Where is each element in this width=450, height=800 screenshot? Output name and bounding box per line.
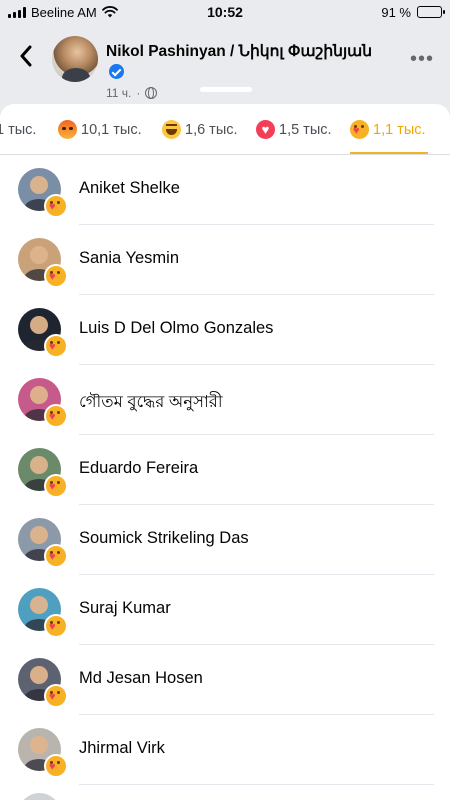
list-item-partial[interactable] [0, 785, 450, 800]
love-emoji-icon [256, 120, 275, 139]
globe-icon [145, 87, 158, 99]
person-name[interactable]: Jhirmal Virk [79, 739, 165, 758]
list-item[interactable]: Md Jesan Hosen [0, 645, 450, 715]
list-item[interactable]: Jhirmal Virk [0, 715, 450, 785]
tab-haha-count: 1,6 тыс. [185, 121, 238, 138]
people-list: Aniket Shelke Sania Yesmin Luis D Del Ol… [0, 155, 450, 800]
person-name[interactable]: Luis D Del Olmo Gonzales [79, 319, 273, 338]
list-item[interactable]: Soumick Strikeling Das [0, 505, 450, 575]
carrier-area: Beeline AM [8, 5, 158, 20]
haha-emoji-icon [162, 120, 181, 139]
sheet-grabber[interactable] [200, 87, 252, 92]
list-item[interactable]: Suraj Kumar [0, 575, 450, 645]
list-item[interactable]: Aniket Shelke [0, 155, 450, 225]
care-emoji-icon [44, 404, 68, 428]
wifi-icon [101, 6, 118, 18]
battery-percent: 91 % [381, 4, 411, 20]
verified-badge-icon [109, 64, 124, 79]
tab-care-count: 1,1 тыс. [373, 121, 426, 138]
tab-angry-count: 10,1 тыс. [81, 121, 142, 138]
author-name-text: Nikol Pashinyan / Նիկոլ Փաշինյան [106, 43, 373, 60]
avatar[interactable] [18, 793, 61, 800]
person-name[interactable]: Suraj Kumar [79, 599, 171, 618]
care-emoji-icon [44, 684, 68, 708]
tab-care[interactable]: 1,1 тыс. [350, 104, 428, 154]
person-name[interactable]: Md Jesan Hosen [79, 669, 203, 688]
tab-haha[interactable]: 1,6 тыс. [162, 104, 238, 154]
author-avatar[interactable] [52, 36, 98, 82]
care-emoji-icon [44, 264, 68, 288]
tab-love[interactable]: 1,5 тыс. [256, 104, 332, 154]
person-name[interactable]: Soumick Strikeling Das [79, 529, 249, 548]
author-name[interactable]: Nikol Pashinyan / Նիկոլ Փաշինյան [106, 41, 386, 83]
tab-like[interactable]: 1 тыс. [0, 104, 37, 154]
list-item[interactable]: Eduardo Fereira [0, 435, 450, 505]
list-item[interactable]: গৌতম বুদ্ধের অনুসারী [0, 365, 450, 435]
post-meta: 11 ч. · [106, 86, 158, 100]
back-chevron-icon[interactable] [14, 42, 38, 70]
battery-area: 91 % [292, 4, 445, 20]
care-emoji-icon [350, 120, 369, 139]
care-emoji-icon [44, 544, 68, 568]
care-emoji-icon [44, 334, 68, 358]
list-item[interactable]: Sania Yesmin [0, 225, 450, 295]
list-item[interactable]: Luis D Del Olmo Gonzales [0, 295, 450, 365]
care-emoji-icon [44, 614, 68, 638]
reaction-tabs: 1 тыс. 10,1 тыс. 1,6 тыс. 1,5 тыс. 1,1 т… [0, 104, 450, 155]
reactions-sheet: 1 тыс. 10,1 тыс. 1,6 тыс. 1,5 тыс. 1,1 т… [0, 104, 450, 800]
battery-icon [417, 6, 445, 18]
carrier-label: Beeline AM [31, 4, 97, 20]
person-name[interactable]: Sania Yesmin [79, 249, 179, 268]
care-emoji-icon [44, 754, 68, 778]
status-bar: Beeline AM 10:52 91 % [0, 0, 450, 24]
more-dots-icon[interactable]: ••• [410, 48, 434, 71]
tab-angry[interactable]: 10,1 тыс. [58, 104, 142, 154]
person-name[interactable]: গৌতম বুদ্ধের অনুসারী [79, 389, 223, 416]
person-name[interactable]: Eduardo Fereira [79, 459, 198, 478]
signal-icon [8, 6, 26, 18]
care-emoji-icon [44, 194, 68, 218]
post-header: Nikol Pashinyan / Նիկոլ Փաշինյան 11 ч. ·… [0, 26, 450, 106]
clock: 10:52 [207, 4, 243, 20]
tab-love-count: 1,5 тыс. [279, 121, 332, 138]
care-emoji-icon [44, 474, 68, 498]
angry-emoji-icon [58, 120, 77, 139]
tab-like-count: 1 тыс. [0, 121, 37, 138]
person-name[interactable]: Aniket Shelke [79, 179, 180, 198]
post-time: 11 ч. [106, 86, 132, 100]
